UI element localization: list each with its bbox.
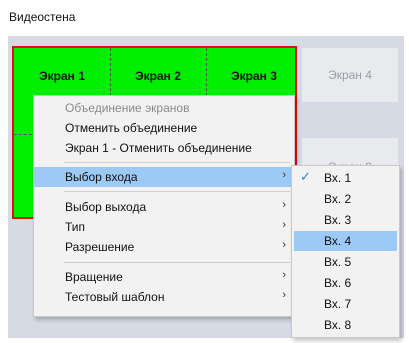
submenu-item-label: Вх. 5 [324, 255, 352, 269]
menu-item-type[interactable]: Тип › [34, 217, 294, 237]
screen-4[interactable]: Экран 4 [302, 48, 398, 102]
menu-item-label: Тестовый шаблон [65, 290, 165, 304]
menu-item-screen1-cancel-merge[interactable]: Экран 1 - Отменить объединение [34, 138, 294, 158]
screen-2-label: Экран 2 [135, 69, 181, 83]
input-submenu: ✓ Вх. 1 Вх. 2 Вх. 3 Вх. 4 Вх. 5 Вх. 6 Вх… [291, 165, 400, 338]
chevron-right-icon: › [282, 169, 286, 181]
chevron-right-icon: › [282, 269, 286, 281]
menu-separator [64, 191, 290, 192]
submenu-item-input-2[interactable]: Вх. 2 [294, 189, 397, 209]
menu-item-label: Объединение экранов [65, 101, 190, 115]
submenu-item-input-5[interactable]: Вх. 5 [294, 252, 397, 272]
submenu-item-input-4[interactable]: Вх. 4 [294, 231, 397, 251]
context-menu: Объединение экранов Отменить объединение… [33, 95, 295, 317]
screen-1-label: Экран 1 [39, 69, 85, 83]
menu-item-label: Экран 1 - Отменить объединение [65, 141, 252, 155]
menu-item-rotation[interactable]: Вращение › [34, 267, 294, 287]
chevron-right-icon: › [282, 239, 286, 251]
menu-item-label: Разрешение [65, 240, 135, 254]
menu-item-label: Выбор выхода [65, 200, 147, 214]
window-title: Видеостена [9, 10, 76, 24]
menu-item-cancel-merge[interactable]: Отменить объединение [34, 118, 294, 138]
menu-item-test-pattern[interactable]: Тестовый шаблон › [34, 287, 294, 307]
submenu-item-label: Вх. 7 [324, 297, 352, 311]
menu-item-label: Тип [65, 220, 86, 234]
menu-item-output-select[interactable]: Выбор выхода › [34, 197, 294, 217]
submenu-item-input-1[interactable]: ✓ Вх. 1 [294, 168, 397, 188]
submenu-item-input-7[interactable]: Вх. 7 [294, 294, 397, 314]
screen-3-label: Экран 3 [231, 69, 277, 83]
chevron-right-icon: › [282, 289, 286, 301]
submenu-item-input-3[interactable]: Вх. 3 [294, 210, 397, 230]
submenu-item-label: Вх. 1 [324, 171, 352, 185]
menu-item-label: Вращение [65, 270, 123, 284]
submenu-item-input-6[interactable]: Вх. 6 [294, 273, 397, 293]
menu-item-label: Отменить объединение [65, 121, 198, 135]
submenu-item-label: Вх. 4 [324, 234, 352, 248]
chevron-right-icon: › [282, 219, 286, 231]
menu-item-resolution[interactable]: Разрешение › [34, 237, 294, 257]
submenu-item-label: Вх. 6 [324, 276, 352, 290]
submenu-item-label: Вх. 8 [324, 318, 352, 332]
menu-item-label: Выбор входа [65, 170, 138, 184]
menu-separator [64, 262, 290, 263]
chevron-right-icon: › [282, 199, 286, 211]
submenu-item-input-8[interactable]: Вх. 8 [294, 315, 397, 335]
submenu-item-label: Вх. 3 [324, 213, 352, 227]
menu-item-input-select[interactable]: Выбор входа › [34, 167, 294, 187]
menu-separator [64, 162, 290, 163]
checkmark-icon: ✓ [300, 169, 311, 184]
submenu-item-label: Вх. 2 [324, 192, 352, 206]
menu-item-merge-screens: Объединение экранов [34, 98, 294, 118]
screen-4-label: Экран 4 [328, 68, 372, 82]
